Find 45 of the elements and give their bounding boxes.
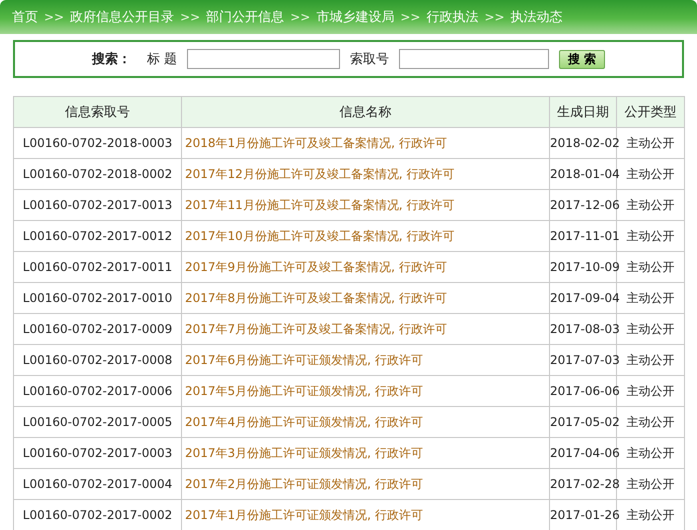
breadcrumb-separator: >> (180, 10, 200, 24)
index-number-cell: L00160-0702-2017-0012 (14, 220, 182, 252)
breadcrumb-link[interactable]: 市城乡建设局 (316, 8, 394, 26)
breadcrumb-link[interactable]: 行政执法 (426, 8, 478, 26)
column-header: 生成日期 (550, 96, 616, 128)
column-header: 公开类型 (616, 96, 684, 128)
index-number-cell: L00160-0702-2017-0008 (14, 344, 182, 376)
date-cell: 2017-08-03 (550, 314, 616, 344)
breadcrumb-link[interactable]: 部门公开信息 (206, 8, 284, 26)
date-cell: 2017-10-09 (550, 252, 616, 282)
search-label: 搜索： (92, 50, 131, 68)
date-cell: 2017-12-06 (550, 190, 616, 220)
breadcrumb-separator: >> (484, 10, 505, 24)
index-number-cell: L00160-0702-2018-0002 (14, 158, 182, 190)
index-number-cell: L00160-0702-2017-0010 (14, 282, 182, 314)
index-number-cell: L00160-0702-2017-0013 (14, 190, 182, 220)
column-header: 信息名称 (182, 96, 550, 128)
date-cell: 2017-01-26 (550, 500, 616, 530)
breadcrumb-separator: >> (44, 10, 64, 24)
index-number-cell: L00160-0702-2017-0005 (14, 406, 182, 438)
index-label: 索取号 (350, 51, 389, 68)
date-cell: 2017-07-03 (550, 344, 616, 376)
date-cell: 2017-04-06 (550, 438, 616, 468)
title-input-field[interactable] (186, 49, 340, 69)
title-label: 标 题 (146, 51, 177, 68)
index-number-cell: L00160-0702-2017-0011 (14, 252, 182, 282)
index-number-cell: L00160-0702-2017-0003 (14, 438, 182, 468)
index-number-cell: L00160-0702-2018-0003 (14, 128, 182, 158)
column-header: 信息索取号 (14, 96, 182, 128)
search-button[interactable]: 搜 索 (558, 50, 606, 68)
date-cell: 2018-02-02 (550, 128, 616, 158)
index-number-cell: L00160-0702-2017-0002 (14, 500, 182, 530)
index-number-cell: L00160-0702-2017-0004 (14, 468, 182, 500)
date-cell: 2017-06-06 (550, 376, 616, 406)
breadcrumb-separator: >> (290, 10, 310, 24)
breadcrumb-separator: >> (400, 10, 420, 24)
date-cell: 2017-05-02 (550, 406, 616, 438)
index-input-field[interactable] (398, 49, 549, 69)
date-cell: 2017-02-28 (550, 468, 616, 500)
index-number-cell: L00160-0702-2017-0009 (14, 314, 182, 344)
index-number-cell: L00160-0702-2017-0006 (14, 376, 182, 406)
breadcrumb-link[interactable]: 首页 (12, 8, 38, 26)
breadcrumb-link[interactable]: 执法动态 (510, 8, 563, 26)
breadcrumb-link[interactable]: 政府信息公开目录 (70, 8, 174, 26)
date-cell: 2017-11-01 (550, 220, 616, 252)
